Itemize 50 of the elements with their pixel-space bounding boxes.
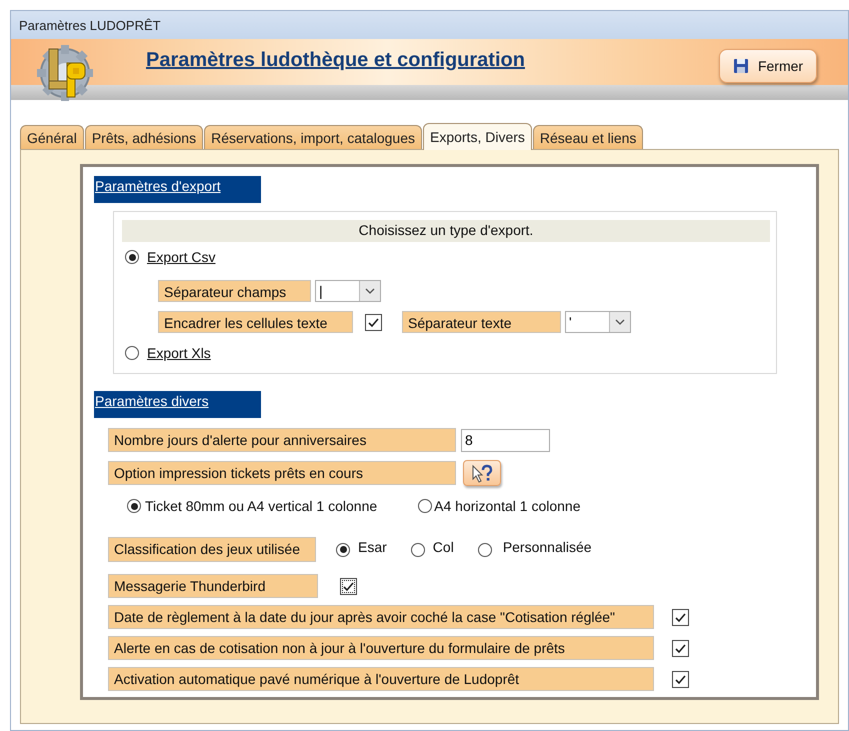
input-field[interactable]: 8 bbox=[461, 428, 550, 452]
radio-label[interactable]: Col bbox=[432, 539, 454, 555]
section-header: Paramètres divers bbox=[94, 391, 261, 418]
export-prompt: Choisissez un type d'export. bbox=[122, 220, 770, 242]
close-button[interactable]: Fermer bbox=[719, 49, 817, 83]
field-label: Alerte en cas de cotisation non à jour à l'ouverture du formulaire de prêts bbox=[108, 636, 654, 660]
checkbox[interactable] bbox=[672, 670, 689, 688]
field-label: Séparateur champs bbox=[158, 280, 311, 302]
radio-label[interactable]: Export Csv bbox=[147, 249, 216, 265]
tab[interactable]: Réseau et liens bbox=[532, 125, 644, 149]
save-icon bbox=[732, 58, 749, 74]
help-button[interactable] bbox=[463, 460, 501, 486]
tick-icon bbox=[674, 642, 687, 654]
help-cursor-icon bbox=[471, 464, 493, 482]
checkbox[interactable] bbox=[672, 608, 689, 626]
checkbox[interactable] bbox=[672, 640, 689, 656]
tab[interactable]: Général bbox=[20, 125, 84, 149]
tab[interactable]: Réservations, import, catalogues bbox=[204, 125, 422, 149]
radio-button[interactable] bbox=[125, 250, 139, 264]
tab[interactable]: Prêts, adhésions bbox=[84, 125, 204, 149]
dropdown-field[interactable]: ' bbox=[565, 311, 631, 333]
tick-icon bbox=[674, 674, 687, 684]
field-label: Date de règlement à la date du jour après avoir coché la case "Cotisation réglée" bbox=[108, 605, 654, 629]
radio-button[interactable] bbox=[410, 542, 425, 556]
radio-button[interactable] bbox=[478, 542, 492, 556]
field-label: Nombre jours d'alerte pour anniversaires bbox=[108, 428, 456, 452]
checkbox[interactable] bbox=[365, 314, 382, 330]
field-label: Classification des jeux utilisée bbox=[108, 537, 316, 562]
dropdown-field[interactable]: | bbox=[315, 280, 381, 302]
field-label: Encadrer les cellules texte bbox=[158, 311, 353, 333]
radio-label[interactable]: Ticket 80mm ou A4 vertical 1 colonne bbox=[145, 498, 378, 514]
radio-label[interactable]: A4 horizontal 1 colonne bbox=[434, 498, 580, 514]
radio-button[interactable] bbox=[336, 542, 350, 556]
field-label: Messagerie Thunderbird bbox=[108, 574, 318, 598]
tick-icon bbox=[367, 316, 380, 328]
tab[interactable]: Exports, Divers bbox=[422, 123, 532, 150]
radio-button[interactable] bbox=[418, 499, 432, 513]
logo-icon bbox=[35, 43, 95, 103]
field-label: Option impression tickets prêts en cours bbox=[108, 461, 456, 485]
tick-icon bbox=[674, 612, 687, 622]
window-title: Paramètres LUDOPRÊT bbox=[19, 18, 161, 32]
radio-button[interactable] bbox=[125, 346, 139, 360]
radio-label[interactable]: Export Xls bbox=[147, 345, 211, 361]
radio-button[interactable] bbox=[127, 499, 141, 513]
section-header: Paramètres d'export bbox=[94, 176, 261, 203]
field-label: Séparateur texte bbox=[402, 311, 561, 333]
radio-label[interactable]: Personnalisée bbox=[502, 539, 592, 555]
field-label: Activation automatique pavé numérique à l'ouverture de Ludoprêt bbox=[108, 667, 654, 691]
header-title: Paramètres ludothèque et configuration bbox=[146, 49, 525, 72]
radio-label[interactable]: Esar bbox=[358, 539, 387, 555]
